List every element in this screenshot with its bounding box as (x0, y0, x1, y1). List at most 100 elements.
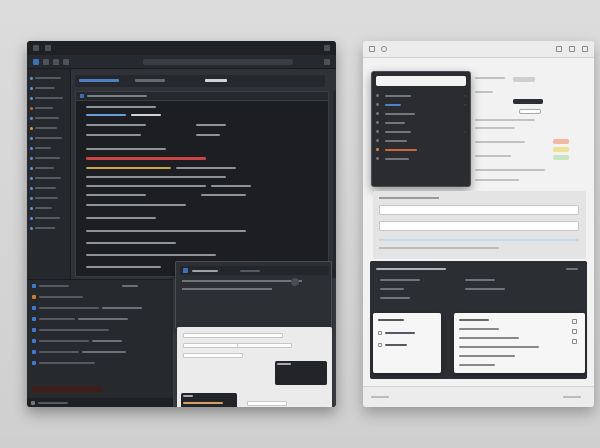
chevron-right-icon: › (464, 102, 466, 107)
chevron-right-icon: › (464, 129, 466, 134)
sidebar-item[interactable] (30, 143, 67, 153)
dialog-header (180, 266, 329, 275)
list-item[interactable] (27, 357, 173, 368)
sidebar-item[interactable] (30, 93, 67, 103)
code-panel-header (76, 92, 328, 101)
sidebar-item[interactable] (30, 153, 67, 163)
item-icon (32, 294, 36, 299)
checkbox[interactable] (378, 331, 382, 335)
sidebar-item[interactable] (30, 193, 67, 203)
item-icon (32, 327, 36, 332)
sidebar-item[interactable] (30, 123, 67, 133)
share-icon[interactable] (556, 46, 562, 52)
action-icon[interactable] (572, 319, 577, 324)
gear-icon[interactable] (569, 46, 575, 52)
reload-icon[interactable] (53, 58, 59, 65)
sidebar-item[interactable] (30, 163, 67, 173)
folder-icon (30, 76, 33, 80)
settings-icon[interactable] (324, 58, 330, 65)
status-bar (27, 398, 173, 407)
list-item[interactable] (27, 346, 173, 357)
dropdown-item-warning[interactable] (376, 145, 466, 154)
sidebar-item[interactable] (30, 113, 67, 123)
sidebar-item[interactable] (30, 73, 67, 83)
close-icon[interactable] (291, 278, 299, 286)
text-input[interactable] (183, 343, 243, 348)
dropdown-item[interactable]: › (376, 91, 466, 100)
form-input[interactable] (379, 205, 579, 215)
address-bar[interactable] (143, 58, 293, 65)
file-icon (30, 116, 33, 120)
dropdown-search-input[interactable] (376, 76, 466, 86)
checkbox[interactable] (378, 343, 382, 347)
menu-icon[interactable] (33, 45, 39, 51)
close-icon[interactable] (324, 45, 330, 51)
scrollbar[interactable] (333, 91, 336, 277)
code-line (86, 176, 226, 178)
file-icon (30, 106, 33, 110)
item-icon (376, 130, 379, 133)
list-item[interactable] (27, 302, 173, 313)
text-input[interactable] (183, 353, 243, 358)
code-line (86, 114, 126, 116)
dropdown-item[interactable] (376, 154, 466, 163)
tab[interactable] (205, 79, 227, 82)
sidebar-toggle-icon[interactable] (369, 46, 375, 52)
code-panel[interactable] (75, 91, 329, 277)
window-footer (363, 386, 594, 407)
text-input[interactable] (247, 401, 287, 406)
dropdown-item[interactable] (376, 109, 466, 118)
list-item[interactable] (27, 335, 173, 346)
sidebar-item[interactable] (30, 203, 67, 213)
list-item[interactable] (27, 291, 173, 302)
item-icon (32, 338, 36, 343)
snippet-card[interactable] (181, 393, 237, 407)
back-icon[interactable] (33, 58, 39, 65)
item-icon (32, 316, 36, 321)
tooltip-card (275, 361, 327, 385)
file-icon (30, 226, 33, 230)
code-line (86, 134, 141, 136)
forward-icon[interactable] (43, 58, 49, 65)
item-icon (376, 94, 379, 97)
code-line (211, 185, 251, 187)
code-line (86, 217, 156, 219)
sidebar-item[interactable] (30, 103, 67, 113)
sidebar-item[interactable] (30, 173, 67, 183)
code-line (196, 134, 220, 136)
action-icon[interactable] (572, 329, 577, 334)
progress-bar (379, 239, 579, 241)
output-pane (27, 279, 173, 407)
dropdown-item[interactable] (376, 136, 466, 145)
form-section (373, 191, 586, 259)
list-item[interactable] (27, 324, 173, 335)
file-tree-sidebar (27, 69, 71, 279)
code-line (86, 148, 166, 150)
action-icon[interactable] (572, 339, 577, 344)
code-line (86, 194, 146, 196)
text-input[interactable] (237, 343, 292, 348)
more-icon[interactable] (582, 46, 588, 52)
tab[interactable] (135, 79, 165, 82)
form-input[interactable] (379, 221, 579, 231)
app-icon (381, 46, 387, 52)
sidebar-item[interactable] (30, 223, 67, 233)
dropdown-item[interactable]: › (376, 100, 466, 109)
chevron-right-icon: › (464, 93, 466, 98)
tab-active[interactable] (79, 79, 119, 82)
file-icon (30, 186, 33, 190)
error-banner[interactable] (32, 386, 102, 393)
dropdown-item[interactable] (376, 118, 466, 127)
sidebar-item[interactable] (30, 183, 67, 193)
status-badge (553, 147, 569, 152)
sidebar-item[interactable] (30, 133, 67, 143)
list-item[interactable] (27, 280, 173, 291)
home-icon[interactable] (63, 58, 69, 65)
file-icon (30, 206, 33, 210)
sidebar-item[interactable] (30, 83, 67, 93)
list-item[interactable] (27, 313, 173, 324)
dropdown-item[interactable]: › (376, 127, 466, 136)
item-icon (32, 360, 36, 365)
sidebar-item[interactable] (30, 213, 67, 223)
text-input[interactable] (183, 333, 283, 338)
